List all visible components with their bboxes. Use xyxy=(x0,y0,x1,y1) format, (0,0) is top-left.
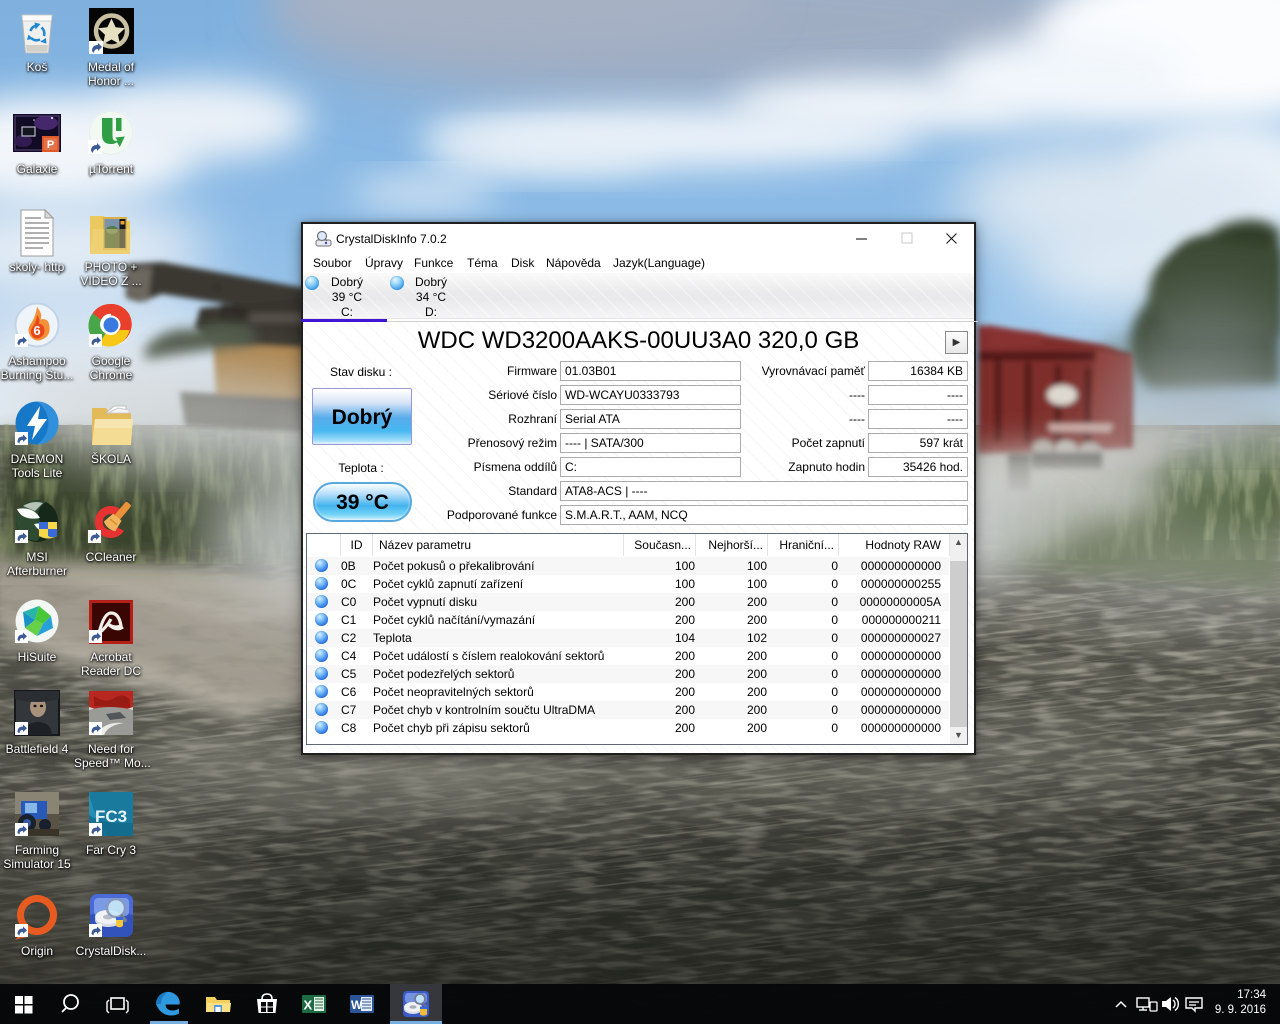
svg-text:P: P xyxy=(47,139,54,151)
svg-text:X: X xyxy=(304,998,313,1013)
svg-text:W: W xyxy=(351,998,363,1012)
svg-text:6: 6 xyxy=(33,323,40,338)
